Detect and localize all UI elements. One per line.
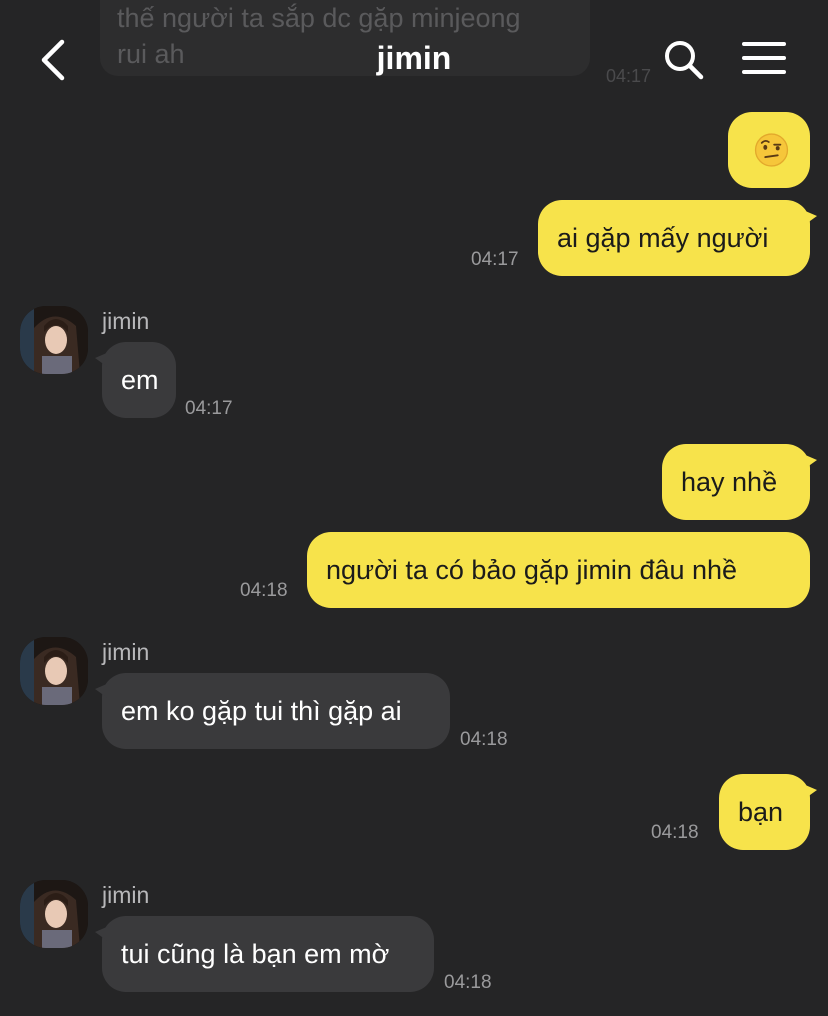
outgoing-message-bubble[interactable]: hay nhề <box>662 444 817 520</box>
avatar[interactable] <box>20 306 88 374</box>
sender-name: jimin <box>102 639 150 665</box>
outgoing-message-bubble[interactable]: ai gặp mấy người <box>538 200 817 276</box>
message-time: 04:17 <box>185 398 233 419</box>
incoming-message-bubble[interactable]: em <box>95 342 176 418</box>
message-time: 04:18 <box>651 822 699 843</box>
search-button[interactable] <box>662 38 706 82</box>
avatar-photo <box>20 880 88 948</box>
outgoing-message-bubble[interactable]: người ta có bảo gặp jimin đâu nhề <box>307 532 810 608</box>
avatar-photo <box>20 306 88 374</box>
message-time: 04:18 <box>460 729 508 750</box>
message-text: người ta có bảo gặp jimin đâu nhề <box>326 555 738 585</box>
message-time: 04:18 <box>240 580 288 601</box>
hamburger-menu-icon <box>742 42 786 74</box>
message-text: em ko gặp tui thì gặp ai <box>121 696 402 726</box>
incoming-message-bubble[interactable]: tui cũng là bạn em mờ <box>95 916 434 992</box>
search-icon <box>665 41 704 80</box>
sender-name: jimin <box>102 882 150 908</box>
message-text: tui cũng là bạn em mờ <box>121 939 390 969</box>
sender-name: jimin <box>102 308 150 334</box>
avatar[interactable] <box>20 637 88 705</box>
incoming-message-bubble[interactable]: em ko gặp tui thì gặp ai <box>95 673 450 749</box>
avatar[interactable] <box>20 880 88 948</box>
chat-header: jimin <box>0 0 828 118</box>
message-text: ai gặp mấy người <box>557 223 769 253</box>
message-text: bạn <box>738 797 784 827</box>
menu-button[interactable] <box>742 40 786 76</box>
avatar-photo <box>20 637 88 705</box>
message-time: 04:18 <box>444 972 492 993</box>
face-with-raised-eyebrow-icon <box>754 133 789 167</box>
message-time: 04:17 <box>471 249 519 270</box>
outgoing-message-bubble[interactable] <box>728 112 810 188</box>
message-text: em <box>121 365 159 395</box>
outgoing-message-bubble[interactable]: bạn <box>719 774 817 850</box>
message-text: hay nhề <box>681 467 778 497</box>
